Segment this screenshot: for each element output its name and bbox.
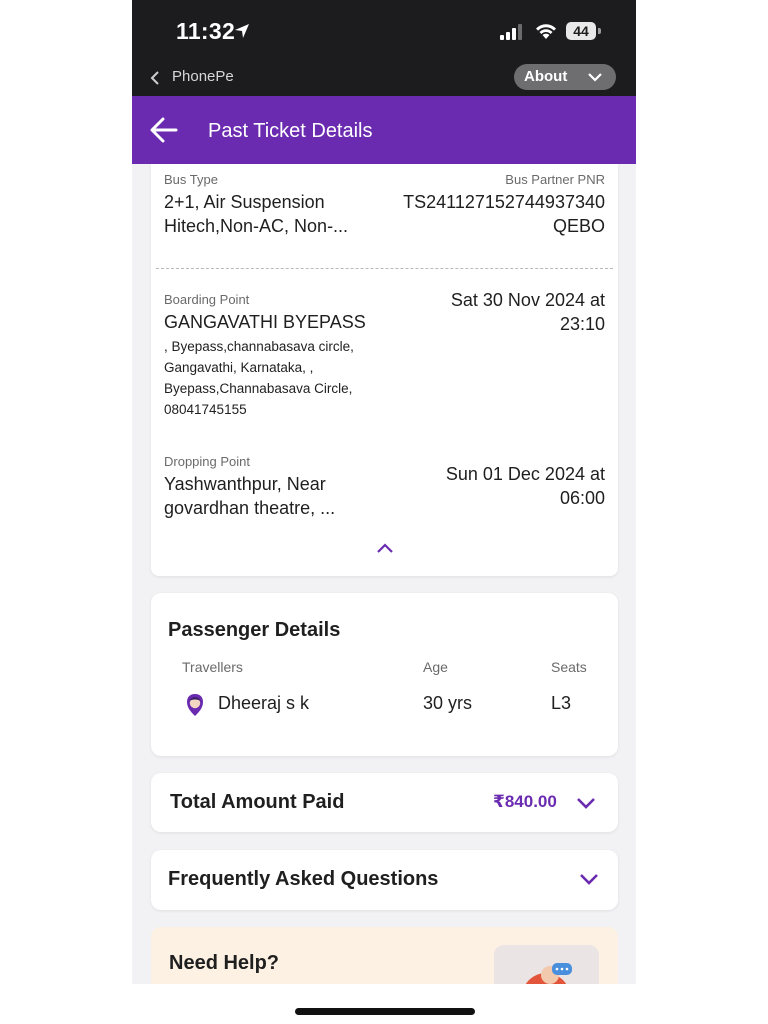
need-help-label: Need Help? — [169, 952, 280, 974]
boarding-point-label: Boarding Point — [164, 292, 250, 307]
chevron-down-icon[interactable] — [576, 796, 596, 810]
battery-nub — [598, 28, 601, 34]
trip-details-card: Bus Type 2+1, Air Suspension Hitech,Non-… — [151, 164, 618, 576]
bus-type-label: Bus Type — [164, 172, 218, 187]
boarding-point-address: , Byepass,channabasava circle, Gangavath… — [164, 339, 354, 417]
page-header: Past Ticket Details — [132, 96, 636, 164]
phone-screen: 11:32 44 PhonePe About Past Ticket Detai… — [132, 0, 636, 984]
passenger-details-title: Passenger Details — [168, 619, 341, 641]
passenger-details-card: Passenger Details Travellers Age Seats D… — [151, 593, 618, 756]
chevron-down-icon[interactable] — [579, 872, 599, 886]
passenger-age: 30 yrs — [423, 693, 473, 713]
battery-icon: 44 — [566, 22, 596, 40]
support-agent-icon — [525, 963, 572, 984]
faq-label: Frequently Asked Questions — [168, 868, 439, 890]
seats-column-header: Seats — [551, 659, 587, 675]
total-amount-value: ₹840.00 — [493, 792, 557, 811]
passenger-seat: L3 — [551, 693, 572, 713]
status-time: 11:32 — [176, 18, 236, 44]
pnr-value: TS241127152744937340 QEBO — [403, 192, 605, 236]
dropping-time: Sun 01 Dec 2024 at 06:00 — [445, 464, 605, 508]
total-amount-card[interactable]: Total Amount Paid ₹840.00 — [151, 773, 618, 832]
dropping-point-label: Dropping Point — [164, 454, 250, 469]
travellers-column-header: Travellers — [182, 659, 243, 675]
passenger-avatar-icon — [187, 694, 203, 716]
about-button[interactable]: About — [514, 64, 616, 90]
home-indicator[interactable] — [295, 1008, 475, 1015]
support-illustration — [494, 945, 599, 984]
dashed-divider — [156, 268, 613, 269]
need-help-card[interactable]: Need Help? — [151, 927, 618, 984]
about-label: About — [524, 68, 568, 85]
back-arrow-icon[interactable] — [150, 117, 178, 143]
total-amount-label: Total Amount Paid — [170, 791, 345, 813]
cellular-signal-icon — [500, 24, 522, 40]
chevron-down-icon — [588, 73, 602, 82]
boarding-point-name: GANGAVATHI BYEPASS — [164, 312, 366, 332]
page-title: Past Ticket Details — [208, 120, 373, 142]
boarding-time: Sat 30 Nov 2024 at 23:10 — [450, 290, 605, 334]
chevron-up-icon[interactable] — [376, 542, 394, 554]
age-column-header: Age — [423, 659, 448, 675]
pnr-label: Bus Partner PNR — [505, 172, 605, 187]
bus-type-value: 2+1, Air Suspension Hitech,Non-AC, Non-.… — [164, 192, 349, 236]
status-bar: 11:32 44 — [132, 0, 636, 60]
dropping-point-name: Yashwanthpur, Near govardhan theatre, ..… — [164, 474, 336, 518]
app-back-label[interactable]: PhonePe — [172, 68, 234, 85]
app-strip: PhonePe About — [132, 60, 636, 96]
location-arrow-icon — [235, 24, 249, 38]
faq-card[interactable]: Frequently Asked Questions — [151, 850, 618, 910]
chevron-left-icon[interactable] — [150, 71, 160, 85]
wifi-icon — [536, 24, 556, 39]
passenger-name: Dheeraj s k — [218, 693, 310, 713]
